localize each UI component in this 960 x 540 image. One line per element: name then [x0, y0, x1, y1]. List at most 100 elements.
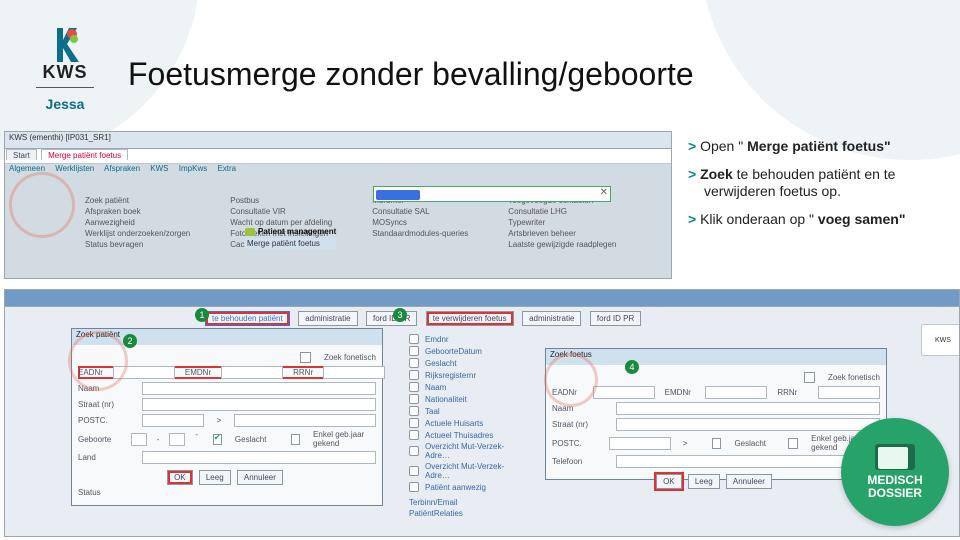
- input-ead[interactable]: [593, 386, 655, 399]
- list-item[interactable]: Zoek patiënt: [85, 196, 190, 207]
- checkbox[interactable]: [291, 434, 300, 445]
- tab-remove-foetus[interactable]: te verwijderen foetus: [426, 311, 514, 326]
- tabs-row-top: te behouden patiënt administratie ford I…: [205, 308, 645, 326]
- instruction-item: > Zoek te behouden patiënt en te verwijd…: [688, 166, 948, 201]
- field-label: Rijksregisternr: [425, 371, 476, 380]
- input-postc[interactable]: [609, 437, 671, 450]
- tab-merge[interactable]: Merge patiënt foetus: [41, 149, 128, 160]
- medisch-dossier-medallion: MEDISCH DOSSIER: [841, 418, 949, 526]
- input-straat[interactable]: [616, 418, 880, 431]
- checkbox[interactable]: [300, 352, 311, 363]
- tab-keep-patient[interactable]: te behouden patiënt: [205, 311, 290, 326]
- step-badge-4: 4: [625, 360, 639, 374]
- checkbox[interactable]: [712, 438, 722, 449]
- list-item[interactable]: Consultatie VIR: [230, 207, 332, 218]
- field-label: Patiënt aanwezig: [425, 483, 486, 492]
- step-badge-1: 1: [195, 308, 209, 322]
- tab-start[interactable]: Start: [6, 149, 37, 160]
- list-item[interactable]: Artsbrieven beheer: [508, 229, 616, 240]
- tab-ford[interactable]: ford ID PR: [366, 311, 417, 326]
- logo-text: KWS: [36, 62, 94, 83]
- link[interactable]: PatiëntRelaties: [409, 509, 529, 518]
- list-item[interactable]: Afspraken boek: [85, 207, 190, 218]
- list-item[interactable]: Standaardmodules-queries: [372, 229, 468, 240]
- window-titlebar: [5, 290, 959, 307]
- list-item[interactable]: Laatste gewijzigde raadplegen: [508, 240, 616, 251]
- clear-button[interactable]: Leeg: [199, 470, 231, 485]
- field-label: Actueel Thuisadres: [425, 431, 493, 440]
- chevron-icon: >: [688, 211, 696, 227]
- clear-button[interactable]: Leeg: [688, 474, 720, 489]
- field-label: Nationaliteit: [425, 395, 467, 404]
- checkbox[interactable]: [804, 372, 815, 383]
- tab-adm2[interactable]: administratie: [522, 311, 581, 326]
- slide-title: Foetusmerge zonder bevalling/geboorte: [128, 56, 694, 93]
- chevron-icon: >: [688, 138, 696, 154]
- menu-item[interactable]: Extra: [217, 164, 236, 173]
- menu-item[interactable]: Afspraken: [104, 164, 140, 173]
- list-item[interactable]: Consultatie LHG: [508, 207, 616, 218]
- close-icon[interactable]: ✕: [600, 187, 608, 198]
- search-selection: [376, 190, 420, 200]
- input-naam[interactable]: [616, 402, 880, 415]
- decor-circle-tr: [700, 0, 960, 160]
- list-item[interactable]: MOSyncs: [372, 218, 468, 229]
- list-item[interactable]: Typewriter: [508, 218, 616, 229]
- input-naam[interactable]: [142, 382, 376, 395]
- ok-button[interactable]: OK: [656, 474, 682, 489]
- logo-sub: Jessa: [36, 96, 94, 112]
- instruction-item: > Klik onderaan op " voeg samen": [688, 211, 948, 229]
- input-straat[interactable]: [142, 398, 376, 411]
- quick-search-popup[interactable]: ✕: [373, 186, 611, 202]
- field-label: Actuele Huisarts: [425, 419, 483, 428]
- menu-merge-patient-foetus[interactable]: Merge patiënt foetus: [245, 238, 336, 249]
- logo-block: KWS Jessa: [36, 28, 94, 112]
- step-badge-2: 2: [123, 334, 137, 348]
- mid-field-list: Emdnr GeboorteDatum Geslacht Rijksregist…: [409, 332, 529, 520]
- kws-logo-icon: [51, 28, 79, 62]
- group-col: Murumer Consultatie SAL MOSyncs Standaar…: [372, 196, 468, 251]
- field-label: Overzicht Mut-Verzek-Adre…: [425, 462, 529, 480]
- menu-item[interactable]: KWS: [150, 164, 168, 173]
- list-item[interactable]: Status bevragen: [85, 240, 190, 251]
- menu-item[interactable]: Werklijsten: [55, 164, 94, 173]
- search-foetus-dialog: Zoek foetus Zoek fonetisch EADNr EMDNr R…: [545, 348, 887, 480]
- cancel-button[interactable]: Annuleer: [726, 474, 772, 489]
- tab-ford2[interactable]: ford ID PR: [590, 311, 641, 326]
- search-patient-dialog: Zoek patiënt Zoek fonetisch EADNr EMDNr …: [71, 328, 383, 506]
- tab-adm[interactable]: administratie: [298, 311, 357, 326]
- window-titlebar: KWS (ementhi) [IP031_SR1]: [5, 132, 671, 149]
- patient-management-block: Patient management Merge patiënt foetus: [245, 227, 336, 249]
- list-item[interactable]: Werklijst onderzoeken/zorgen: [85, 229, 190, 240]
- list-item[interactable]: Aanwezigheid: [85, 218, 190, 229]
- list-item[interactable]: Consultatie SAL: [372, 207, 468, 218]
- instruction-item: > Open " Merge patiënt foetus": [688, 138, 948, 156]
- dialog-title: Zoek foetus: [546, 349, 886, 365]
- input-rr[interactable]: [323, 366, 385, 379]
- menu-item[interactable]: ImpKws: [179, 164, 207, 173]
- field-label: Taal: [425, 407, 440, 416]
- checkbox[interactable]: [788, 438, 798, 449]
- cancel-button[interactable]: Annuleer: [237, 470, 283, 485]
- input-rr[interactable]: [818, 386, 880, 399]
- input-gemeente[interactable]: [234, 414, 376, 427]
- chevron-icon: >: [688, 166, 696, 182]
- checkbox[interactable]: [213, 434, 222, 445]
- screenshot-bottom: 1 2 3 4 te behouden patiënt administrati…: [4, 289, 960, 537]
- group-col: Toegevoegde contacten Consultatie LHG Ty…: [508, 196, 616, 251]
- input-land[interactable]: [142, 451, 376, 464]
- screenshot-top: KWS (ementhi) [IP031_SR1] Start Merge pa…: [4, 131, 672, 279]
- ok-button[interactable]: OK: [167, 470, 193, 485]
- input-dd[interactable]: [131, 433, 147, 446]
- menu-bar: Algemeen Werklijsten Afspraken KWS ImpKw…: [5, 164, 671, 176]
- input-emd[interactable]: [221, 366, 283, 379]
- input-mm[interactable]: [169, 433, 185, 446]
- input-emd[interactable]: [705, 386, 767, 399]
- pm-icon: [245, 228, 255, 236]
- field-label: Overzicht Mut-Verzek-Adre…: [425, 442, 529, 460]
- link[interactable]: Terbinn/Email: [409, 498, 529, 507]
- input-postc[interactable]: [142, 414, 204, 427]
- list-item[interactable]: Postbus: [230, 196, 332, 207]
- step-badge-3: 3: [393, 308, 407, 322]
- folder-icon: [875, 444, 915, 470]
